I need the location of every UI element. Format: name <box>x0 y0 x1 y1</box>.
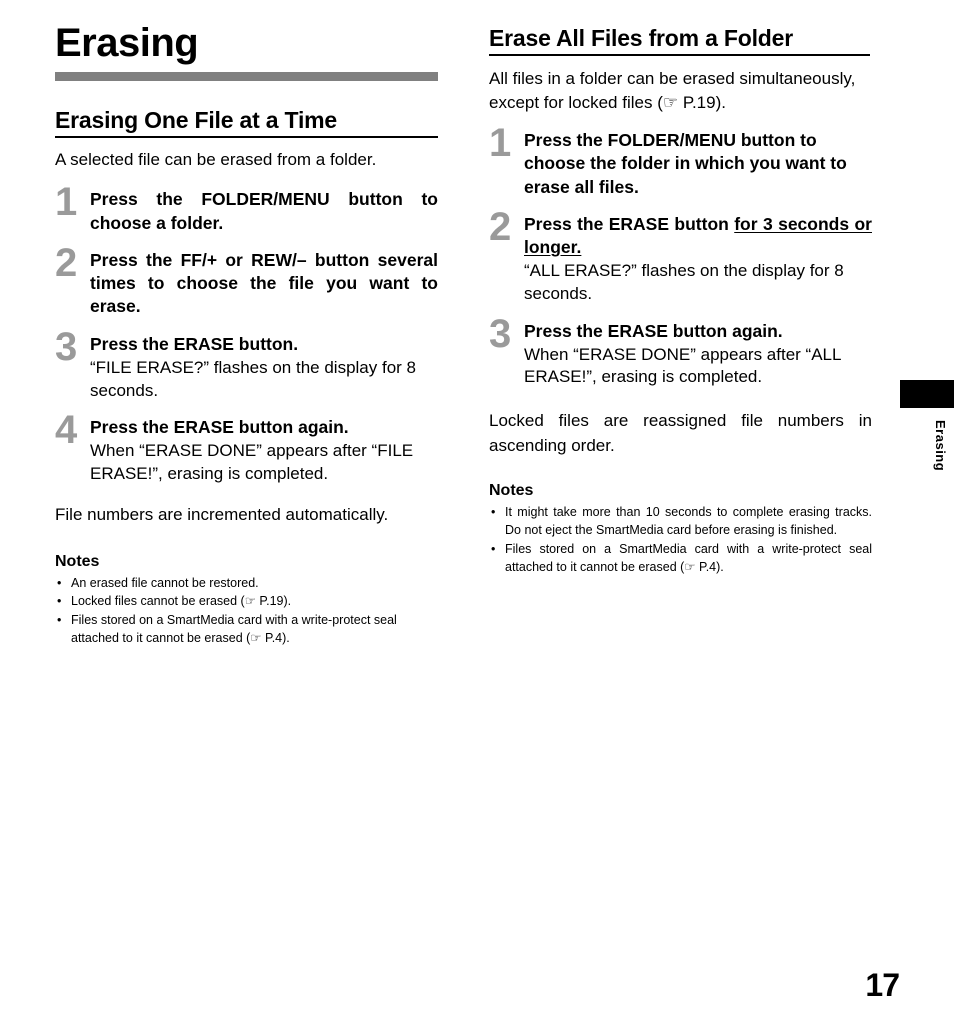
left-column: Erasing Erasing One File at a Time A sel… <box>55 22 438 649</box>
right-column: Erase All Files from a Folder All files … <box>489 25 872 578</box>
note-item: Files stored on a SmartMedia card with a… <box>489 541 872 577</box>
side-tab-marker <box>900 380 954 408</box>
notes-title-left: Notes <box>55 552 100 570</box>
step-item: 2 Press the ERASE button for 3 seconds o… <box>489 207 872 306</box>
step-heading: Press the FOLDER/MENU button to choose a… <box>90 189 438 233</box>
step-body: When “ERASE DONE” appears after “ALL ERA… <box>524 344 841 387</box>
step-item: 3 Press the ERASE button again. When “ER… <box>489 314 872 389</box>
left-intro-text: A selected file can be erased from a fol… <box>55 150 377 170</box>
section-rule-left <box>55 136 438 139</box>
notes-title-right: Notes <box>489 482 534 500</box>
step-item: 1 Press the FOLDER/MENU button to choose… <box>55 182 438 235</box>
step-heading: Press the ERASE button for 3 seconds or … <box>524 213 872 260</box>
chapter-title: Erasing <box>55 21 199 65</box>
note-item: Files stored on a SmartMedia card with a… <box>55 612 438 648</box>
right-closing-paragraph: Locked files are reassigned file numbers… <box>489 411 872 455</box>
step-heading: Press the ERASE button. <box>90 333 299 354</box>
step-item: 3 Press the ERASE button. “FILE ERASE?” … <box>55 327 438 402</box>
section-title-erasing-one-file: Erasing One File at a Time <box>55 107 337 133</box>
chapter-title-rule <box>55 72 438 81</box>
note-item: An erased file cannot be restored. <box>55 575 438 593</box>
step-number: 4 <box>55 408 78 453</box>
step-number: 3 <box>489 311 512 356</box>
left-closing-paragraph: File numbers are incremented automatical… <box>55 504 389 524</box>
step-number: 1 <box>55 180 78 225</box>
step-number: 2 <box>55 240 78 285</box>
step-heading: Press the ERASE button again. <box>524 320 783 341</box>
step-heading: Press the FOLDER/MENU button to choose t… <box>524 130 847 197</box>
notes-list-right: It might take more than 10 seconds to co… <box>489 504 872 577</box>
note-item: Locked files cannot be erased (☞ P.19). <box>55 593 438 611</box>
step-number: 3 <box>55 324 78 369</box>
step-body: “FILE ERASE?” flashes on the display for… <box>90 357 416 400</box>
document-page: Erasing Erasing One File at a Time A sel… <box>0 0 954 1022</box>
side-tab-label: Erasing <box>933 420 948 472</box>
notes-list-left: An erased file cannot be restored. Locke… <box>55 575 438 649</box>
step-item: 2 Press the FF/+ or REW/– button several… <box>55 243 438 319</box>
step-heading: Press the FF/+ or REW/– button several t… <box>90 249 438 317</box>
step-heading-plain: Press the ERASE button <box>524 213 735 234</box>
right-intro-text: All files in a folder can be erased simu… <box>489 69 856 113</box>
step-heading: Press the ERASE button again. <box>90 417 349 438</box>
step-item: 1 Press the FOLDER/MENU button to choose… <box>489 123 872 199</box>
note-item: It might take more than 10 seconds to co… <box>489 504 872 540</box>
step-body: When “ERASE DONE” appears after “FILE ER… <box>90 441 414 484</box>
section-rule-right <box>489 54 870 57</box>
section-title-erase-all-files: Erase All Files from a Folder <box>489 25 793 51</box>
step-item: 4 Press the ERASE button again. When “ER… <box>55 410 438 485</box>
page-number: 17 <box>865 967 900 1003</box>
step-body: “ALL ERASE?” flashes on the display for … <box>524 261 844 303</box>
step-number: 2 <box>489 204 512 249</box>
step-number: 1 <box>489 121 512 166</box>
